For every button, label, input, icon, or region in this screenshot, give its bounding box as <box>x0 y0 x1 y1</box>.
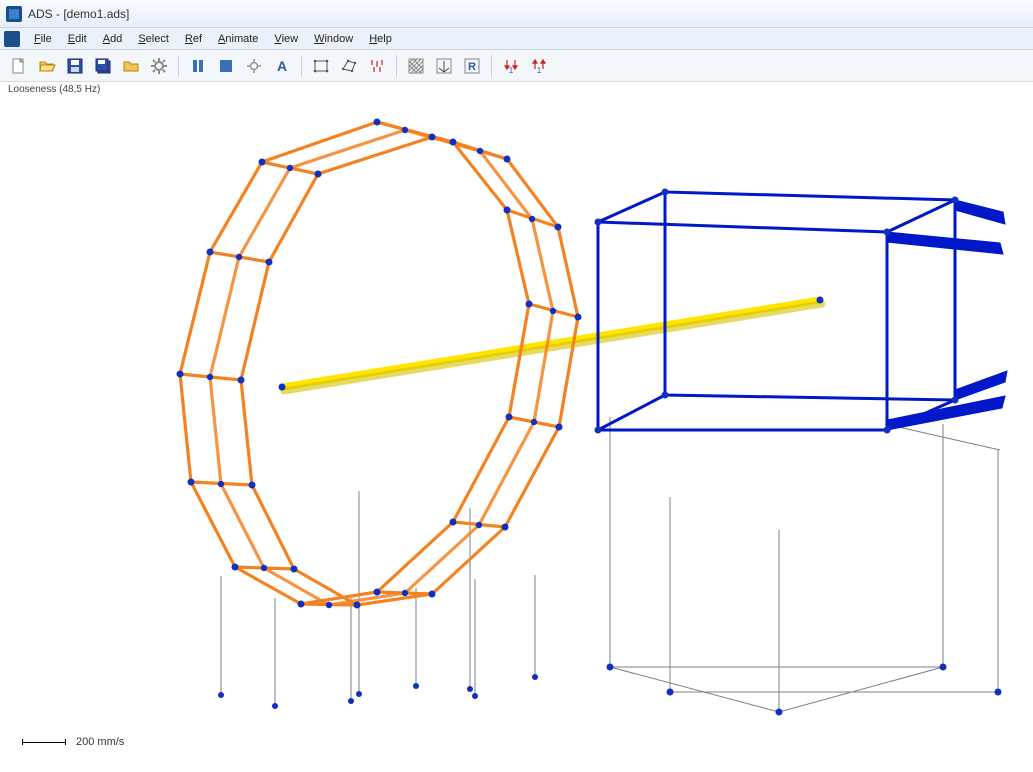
box-button[interactable] <box>308 53 334 79</box>
axes-icon <box>435 57 453 75</box>
open-button[interactable] <box>34 53 60 79</box>
scale-bar-label: 200 mm/s <box>76 736 124 748</box>
toolbar-separator <box>491 55 492 77</box>
svg-text:R: R <box>468 61 476 73</box>
toolbar-separator <box>396 55 397 77</box>
hatch-button[interactable] <box>403 53 429 79</box>
svg-text:1: 1 <box>509 66 514 75</box>
menu-select[interactable]: Select <box>130 31 177 47</box>
stop-button[interactable] <box>213 53 239 79</box>
menu-edit[interactable]: Edit <box>60 31 95 47</box>
new-icon <box>10 57 28 75</box>
folder-icon <box>122 57 140 75</box>
sparks-icon <box>368 57 386 75</box>
arrows-up-icon: 1 <box>530 57 548 75</box>
pause-button[interactable] <box>185 53 211 79</box>
viewport[interactable]: Looseness (48,5 Hz) <box>0 82 1033 772</box>
save-all-icon <box>94 57 112 75</box>
letter-a-icon: A <box>273 57 291 75</box>
hatch-icon <box>407 57 425 75</box>
scale-bar: 200 mm/s <box>22 736 124 748</box>
toolbar-separator <box>178 55 179 77</box>
menu-view[interactable]: View <box>266 31 306 47</box>
saveall-button[interactable] <box>90 53 116 79</box>
arrows-up-button[interactable]: 1 <box>526 53 552 79</box>
save-icon <box>66 57 84 75</box>
menubar: File Edit Add Select Ref Animate View Wi… <box>0 28 1033 50</box>
save-button[interactable] <box>62 53 88 79</box>
axes-button[interactable] <box>431 53 457 79</box>
gear2-icon <box>245 57 263 75</box>
quad-icon <box>340 57 358 75</box>
arrows-down-button[interactable]: 1 <box>498 53 524 79</box>
app-icon <box>6 6 22 22</box>
window-title: ADS - [demo1.ads] <box>28 7 129 21</box>
model-svg <box>0 82 1033 772</box>
svg-text:1: 1 <box>537 66 542 75</box>
menu-help[interactable]: Help <box>361 31 400 47</box>
stop-icon <box>217 57 235 75</box>
titlebar: ADS - [demo1.ads] <box>0 0 1033 28</box>
r-button[interactable]: R <box>459 53 485 79</box>
menu-window[interactable]: Window <box>306 31 361 47</box>
toolbar-separator <box>301 55 302 77</box>
folder-button[interactable] <box>118 53 144 79</box>
menu-ref[interactable]: Ref <box>177 31 210 47</box>
menu-animate[interactable]: Animate <box>210 31 266 47</box>
sparks-button[interactable] <box>364 53 390 79</box>
menu-file[interactable]: File <box>26 31 60 47</box>
svg-text:A: A <box>277 58 287 74</box>
gear-icon <box>150 57 168 75</box>
scale-bar-line <box>22 739 66 745</box>
arrows-down-icon: 1 <box>502 57 520 75</box>
menubar-icon <box>4 31 20 47</box>
box-icon <box>312 57 330 75</box>
gear2-button[interactable] <box>241 53 267 79</box>
pause-icon <box>189 57 207 75</box>
menu-add[interactable]: Add <box>95 31 131 47</box>
folder-open-icon <box>38 57 56 75</box>
text-a-button[interactable]: A <box>269 53 295 79</box>
quad-button[interactable] <box>336 53 362 79</box>
settings-button[interactable] <box>146 53 172 79</box>
toolbar: A R 1 1 <box>0 50 1033 82</box>
new-button[interactable] <box>6 53 32 79</box>
letter-r-icon: R <box>463 57 481 75</box>
